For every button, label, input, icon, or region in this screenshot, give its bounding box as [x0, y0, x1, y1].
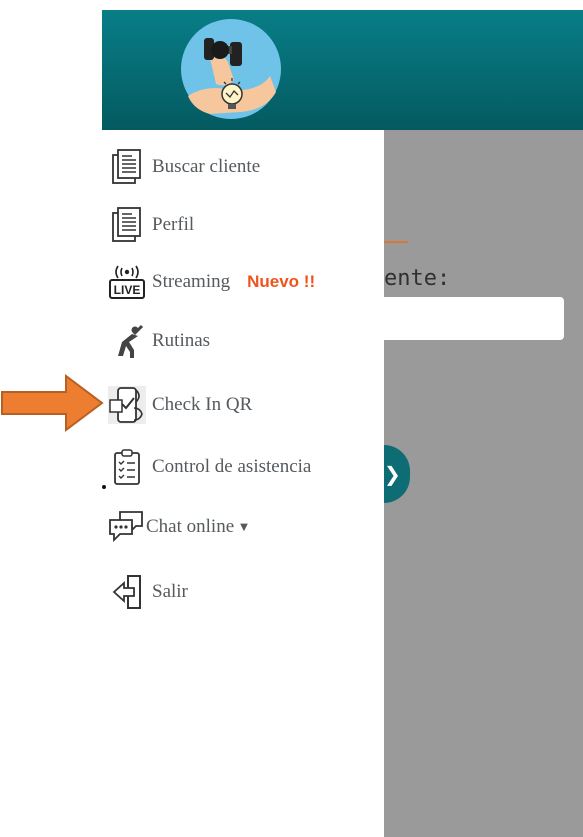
menu-item-streaming[interactable]: LIVE Streaming Nuevo !!: [108, 262, 315, 302]
clipboard-checklist-icon: [114, 449, 140, 485]
menu-item-chat-online[interactable]: Chat online ▼: [108, 507, 248, 547]
exit-door-icon: [112, 575, 141, 609]
menu-item-buscar-cliente[interactable]: Buscar cliente: [108, 147, 260, 187]
gym-logo-icon[interactable]: [180, 18, 282, 120]
chat-bubbles-icon: [109, 511, 143, 543]
background-divider: [384, 241, 408, 243]
menu-item-check-in-qr[interactable]: Check In QR: [108, 385, 252, 425]
menu-item-perfil[interactable]: Perfil: [108, 205, 194, 245]
menu-item-label: Buscar cliente: [152, 156, 261, 177]
sidebar-menu: Buscar cliente Perfil LIVE Streaming Nue…: [102, 130, 384, 837]
background-dot: [102, 485, 106, 489]
annotation-arrow-icon: [1, 374, 104, 432]
app-header: [102, 10, 583, 130]
menu-item-label: Salir: [152, 581, 188, 602]
new-badge: Nuevo !!: [247, 272, 316, 291]
arrow-icon: ❯: [384, 462, 401, 486]
page-overlay[interactable]: [384, 130, 583, 837]
live-broadcast-icon: LIVE: [109, 265, 145, 299]
menu-item-rutinas[interactable]: Rutinas: [108, 321, 210, 361]
menu-item-label: Perfil: [152, 214, 195, 235]
stretching-person-icon: [118, 324, 144, 358]
live-icon-text: LIVE: [114, 283, 141, 297]
menu-item-label: Check In QR: [152, 394, 253, 415]
background-search-input: [384, 297, 564, 340]
menu-item-label: Chat online: [146, 516, 235, 537]
menu-item-salir[interactable]: Salir: [108, 572, 188, 612]
menu-item-label: Control de asistencia: [152, 456, 312, 477]
document-icon: [112, 149, 141, 184]
background-field-label: ente:: [384, 266, 451, 291]
menu-item-label: Streaming: [152, 271, 231, 292]
document-icon: [112, 207, 141, 242]
phone-qr-check-icon: [108, 386, 146, 424]
menu-item-control-de-asistencia[interactable]: Control de asistencia: [108, 447, 311, 487]
menu-item-label: Rutinas: [152, 330, 211, 351]
chevron-down-icon: ▼: [240, 521, 248, 533]
